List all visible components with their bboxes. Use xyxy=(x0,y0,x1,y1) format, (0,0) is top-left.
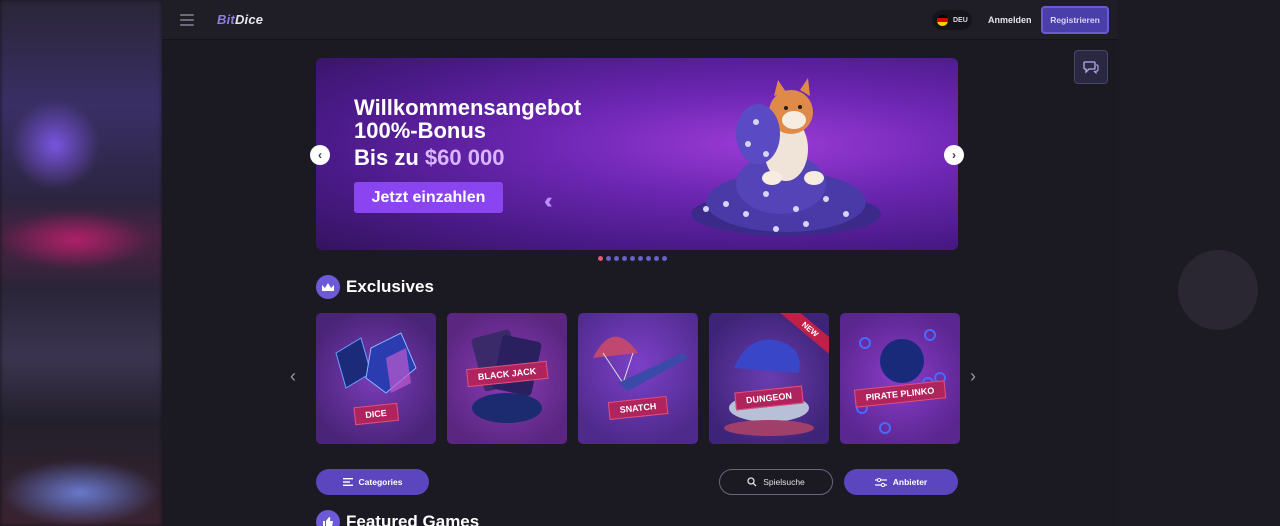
promo-title: Willkommensangebot 100%-Bonus xyxy=(354,95,582,143)
thumbs-up-icon xyxy=(316,510,340,526)
pagination-dot[interactable] xyxy=(614,256,619,261)
promo-subtitle: Bis zu $60 000 xyxy=(354,145,505,170)
provider-button[interactable]: Anbieter xyxy=(844,469,958,495)
pagination-dot[interactable] xyxy=(662,256,667,261)
register-button[interactable]: Registrieren xyxy=(1041,6,1109,34)
double-chevron-left-icon: ‹‹ xyxy=(544,188,552,213)
pagination-dot[interactable] xyxy=(606,256,611,261)
chat-button[interactable] xyxy=(1074,50,1108,84)
provider-label: Anbieter xyxy=(892,477,928,487)
pagination-dot[interactable] xyxy=(622,256,627,261)
game-card-snatch[interactable]: SNATCH xyxy=(578,313,698,444)
exclusives-header: Exclusives xyxy=(316,275,434,299)
pagination-dot[interactable] xyxy=(654,256,659,261)
exclusives-next-arrow[interactable]: › xyxy=(970,366,976,387)
chat-icon xyxy=(1083,61,1099,74)
categories-button[interactable]: Categories xyxy=(316,469,429,495)
site-logo[interactable]: BitDice xyxy=(217,12,263,27)
game-card-pirate-plinko[interactable]: PIRATE PLINKO xyxy=(840,313,960,444)
top-bar: BitDice DEU Anmelden Registrieren xyxy=(162,0,1118,40)
game-card-dungeon[interactable]: DUNGEON NEW xyxy=(709,313,829,444)
exclusives-prev-arrow[interactable]: ‹ xyxy=(290,366,296,387)
pagination-dot[interactable] xyxy=(646,256,651,261)
crown-icon xyxy=(316,275,340,299)
menu-icon[interactable] xyxy=(180,14,194,26)
pagination-dot[interactable] xyxy=(598,256,603,261)
exclusives-carousel: DICE BLACK JACK SNATCH DUNGEON NEW PIRAT… xyxy=(316,313,960,444)
background-blur-left xyxy=(0,0,162,526)
shiba-coins-illustration xyxy=(691,78,881,236)
background-blur-right xyxy=(1118,0,1280,526)
banner-pagination xyxy=(598,256,667,261)
featured-header: Featured Games xyxy=(316,510,479,526)
pirate-plinko-artwork xyxy=(856,329,946,434)
dice-artwork xyxy=(335,332,417,394)
language-label: DEU xyxy=(953,16,968,24)
banner-prev-arrow[interactable]: ‹ xyxy=(310,145,330,165)
pagination-dot[interactable] xyxy=(638,256,643,261)
sliders-icon xyxy=(874,477,887,487)
language-selector[interactable]: DEU xyxy=(932,10,972,30)
germany-flag-icon xyxy=(937,14,948,26)
search-icon xyxy=(747,477,757,487)
login-button[interactable]: Anmelden xyxy=(988,15,1032,25)
section-title: Featured Games xyxy=(346,512,480,526)
game-card-black-jack[interactable]: BLACK JACK xyxy=(447,313,567,444)
app-window: BitDice DEU Anmelden Registrieren Willko… xyxy=(162,0,1118,526)
banner-next-arrow[interactable]: › xyxy=(944,145,964,165)
list-icon xyxy=(342,478,353,486)
promo-amount: $60 000 xyxy=(424,145,505,170)
snatch-artwork xyxy=(593,336,688,391)
deposit-button[interactable]: Jetzt einzahlen xyxy=(354,182,503,213)
categories-label: Categories xyxy=(358,477,403,487)
pagination-dot[interactable] xyxy=(630,256,635,261)
game-search-button[interactable]: Spielsuche xyxy=(719,469,833,495)
section-title: Exclusives xyxy=(346,277,434,296)
game-card-dice[interactable]: DICE xyxy=(316,313,436,444)
search-label: Spielsuche xyxy=(763,477,805,487)
promo-banner[interactable]: Willkommensangebot 100%-Bonus Bis zu $60… xyxy=(316,58,958,250)
